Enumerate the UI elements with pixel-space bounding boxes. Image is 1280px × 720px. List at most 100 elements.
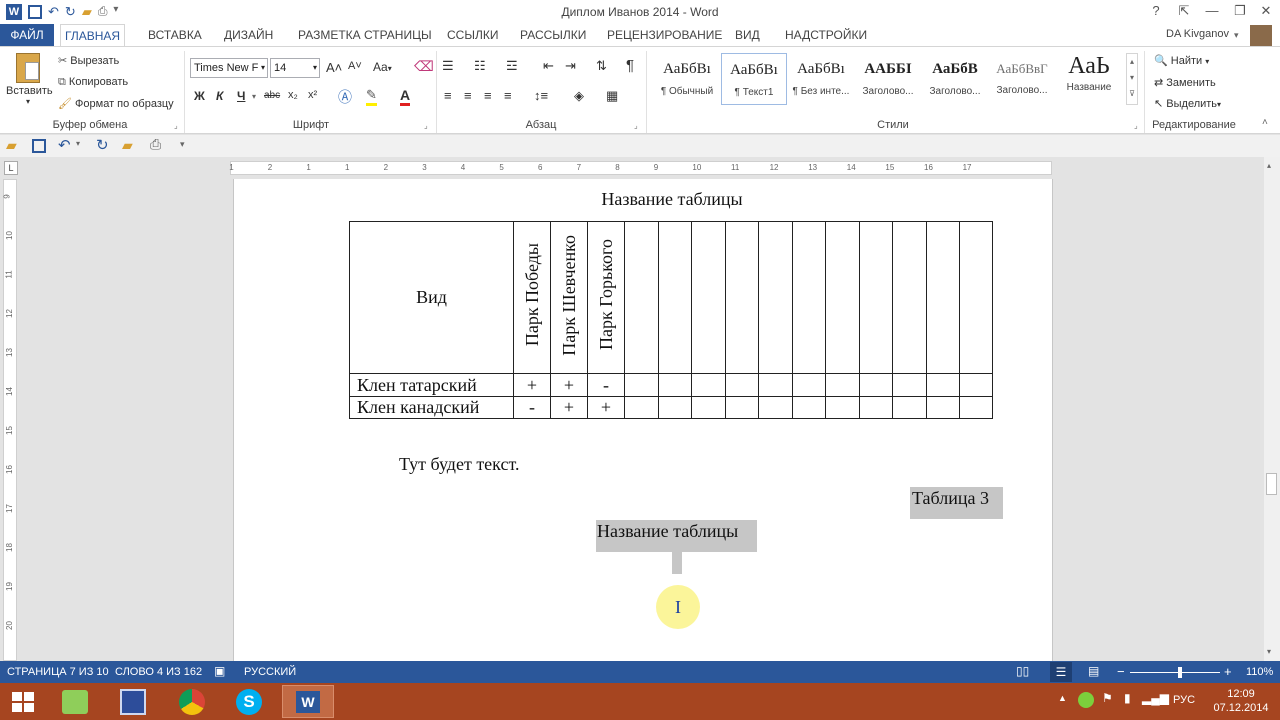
- table-empty-cell[interactable]: [892, 373, 927, 397]
- web-layout-icon[interactable]: ▤: [1088, 664, 1099, 678]
- user-dropdown-icon[interactable]: ▾: [1234, 30, 1239, 41]
- superscript-button[interactable]: x²: [308, 89, 317, 101]
- table-empty-cell[interactable]: [959, 221, 993, 374]
- font-color-button[interactable]: A: [400, 87, 411, 106]
- tab-view[interactable]: ВИД: [731, 24, 764, 46]
- underline-button[interactable]: Ч: [237, 89, 245, 103]
- tray-expand-icon[interactable]: ▲: [1058, 693, 1067, 703]
- help-button[interactable]: ?: [1142, 0, 1170, 24]
- chrome-icon[interactable]: [179, 689, 205, 715]
- tab-mailings[interactable]: РАССЫЛКИ: [516, 24, 590, 46]
- print-layout-icon[interactable]: ☰: [1050, 662, 1072, 682]
- table-empty-cell[interactable]: [758, 396, 793, 419]
- scroll-down-icon[interactable]: ▾: [1267, 647, 1271, 656]
- table-header-cell[interactable]: Парк Победы: [513, 221, 551, 374]
- input-language[interactable]: РУС: [1173, 694, 1195, 706]
- folder-icon[interactable]: ▰: [122, 137, 133, 154]
- table-empty-cell[interactable]: [926, 396, 960, 419]
- app-save-icon[interactable]: [120, 689, 146, 715]
- shading-icon[interactable]: ◈: [574, 88, 584, 104]
- tab-home[interactable]: ГЛАВНАЯ: [60, 24, 126, 46]
- table-empty-cell[interactable]: [792, 221, 826, 374]
- table-caption[interactable]: Название таблицы: [234, 189, 1110, 210]
- style-item[interactable]: АаЬ Название: [1056, 53, 1122, 105]
- styles-scroll[interactable]: ▴ ▾ ⊽: [1126, 53, 1138, 105]
- document-page[interactable]: Название таблицы Вид Парк Победы Парк Ше…: [233, 179, 1053, 661]
- chevron-down-icon[interactable]: ▾: [252, 92, 256, 101]
- paragraph-launcher-icon[interactable]: ⌟: [634, 121, 638, 130]
- table-empty-cell[interactable]: [926, 221, 960, 374]
- ribbon-display-icon[interactable]: ⇱: [1170, 0, 1198, 24]
- vertical-scrollbar[interactable]: ▴ ▾: [1264, 157, 1280, 661]
- font-launcher-icon[interactable]: ⌟: [424, 121, 428, 130]
- app-green-icon[interactable]: [62, 690, 88, 714]
- tray-flag-icon[interactable]: ⚑: [1102, 691, 1113, 705]
- table-empty-cell[interactable]: [658, 396, 692, 419]
- align-center-icon[interactable]: ≡: [464, 88, 472, 103]
- table-empty-cell[interactable]: [959, 373, 993, 397]
- tab-design[interactable]: ДИЗАЙН: [220, 24, 277, 46]
- read-mode-icon[interactable]: ▯▯: [1016, 664, 1029, 678]
- tab-addins[interactable]: НАДСТРОЙКИ: [781, 24, 871, 46]
- body-text[interactable]: Тут будет текст.: [399, 454, 519, 475]
- decrease-indent-icon[interactable]: ⇤: [543, 58, 554, 74]
- table-empty-cell[interactable]: [725, 221, 759, 374]
- table-empty-cell[interactable]: [758, 373, 793, 397]
- undo-icon[interactable]: ↶: [58, 136, 71, 154]
- tab-layout[interactable]: РАЗМЕТКА СТРАНИЦЫ: [294, 24, 436, 46]
- table-cell[interactable]: +: [550, 396, 588, 419]
- network-icon[interactable]: ▂▄▆: [1142, 691, 1169, 705]
- bullets-icon[interactable]: ☰: [442, 58, 454, 74]
- subscript-button[interactable]: x₂: [288, 89, 298, 101]
- zoom-level[interactable]: 110%: [1246, 666, 1273, 678]
- tab-references[interactable]: ССЫЛКИ: [443, 24, 502, 46]
- redo-icon[interactable]: ↻: [96, 136, 109, 154]
- table-cell[interactable]: Клен татарский: [349, 373, 514, 397]
- styles-launcher-icon[interactable]: ⌟: [1134, 121, 1138, 130]
- table-empty-cell[interactable]: [725, 373, 759, 397]
- print-preview-icon[interactable]: ⎙: [150, 136, 161, 153]
- table-header-cell[interactable]: Вид: [349, 221, 514, 374]
- close-button[interactable]: ✕: [1252, 0, 1280, 24]
- shrink-font-button[interactable]: A˅: [348, 60, 362, 72]
- style-item[interactable]: АаБбВı ¶ Без инте...: [788, 53, 854, 105]
- font-name-combo[interactable]: Times New F ▾: [190, 58, 268, 78]
- table-empty-cell[interactable]: [691, 396, 726, 419]
- table-empty-cell[interactable]: [624, 221, 659, 374]
- style-item[interactable]: АаБбВвГ Заголово...: [989, 53, 1055, 105]
- table-empty-cell[interactable]: [725, 396, 759, 419]
- open-folder-icon[interactable]: ▰: [6, 137, 17, 154]
- change-case-button[interactable]: Aa▾: [373, 60, 392, 74]
- language-indicator[interactable]: РУССКИЙ: [244, 666, 296, 678]
- caption-selected[interactable]: Название таблицы: [596, 520, 757, 552]
- find-button[interactable]: 🔍 Найти ▾: [1154, 54, 1209, 67]
- table-empty-cell[interactable]: [758, 221, 793, 374]
- table-empty-cell[interactable]: [624, 373, 659, 397]
- show-marks-button[interactable]: ¶: [626, 57, 634, 74]
- table-header-cell[interactable]: Парк Шевченко: [550, 221, 588, 374]
- table-empty-cell[interactable]: [859, 221, 893, 374]
- user-name[interactable]: DA Kivganov: [1166, 28, 1229, 40]
- collapse-ribbon-icon[interactable]: ˄: [1262, 117, 1268, 128]
- battery-icon[interactable]: ▮: [1124, 691, 1131, 705]
- numbering-icon[interactable]: ☷: [474, 58, 486, 74]
- strikethrough-button[interactable]: abc: [264, 90, 280, 101]
- table-empty-cell[interactable]: [825, 373, 860, 397]
- bold-button[interactable]: Ж: [194, 89, 205, 103]
- table-cell[interactable]: Клен канадский: [349, 396, 514, 419]
- increase-indent-icon[interactable]: ⇥: [565, 58, 576, 74]
- table-empty-cell[interactable]: [825, 396, 860, 419]
- italic-button[interactable]: К: [216, 89, 223, 103]
- table-empty-cell[interactable]: [859, 373, 893, 397]
- table-label-selected[interactable]: Таблица 3: [910, 487, 1003, 519]
- font-size-combo[interactable]: 14 ▾: [270, 58, 320, 78]
- zoom-slider-thumb[interactable]: [1177, 667, 1182, 678]
- table-empty-cell[interactable]: [859, 396, 893, 419]
- table-header-cell[interactable]: Парк Горького: [587, 221, 625, 374]
- format-painter-button[interactable]: 🖌 Формат по образцу: [58, 97, 174, 110]
- align-left-icon[interactable]: ≡: [444, 88, 452, 103]
- skype-icon[interactable]: S: [236, 689, 262, 715]
- clear-formatting-icon[interactable]: ⌫: [414, 58, 434, 75]
- avatar[interactable]: [1250, 25, 1272, 47]
- vertical-ruler[interactable]: 9 10 11 12 13 14 15 16 17 18 19 20: [3, 179, 17, 661]
